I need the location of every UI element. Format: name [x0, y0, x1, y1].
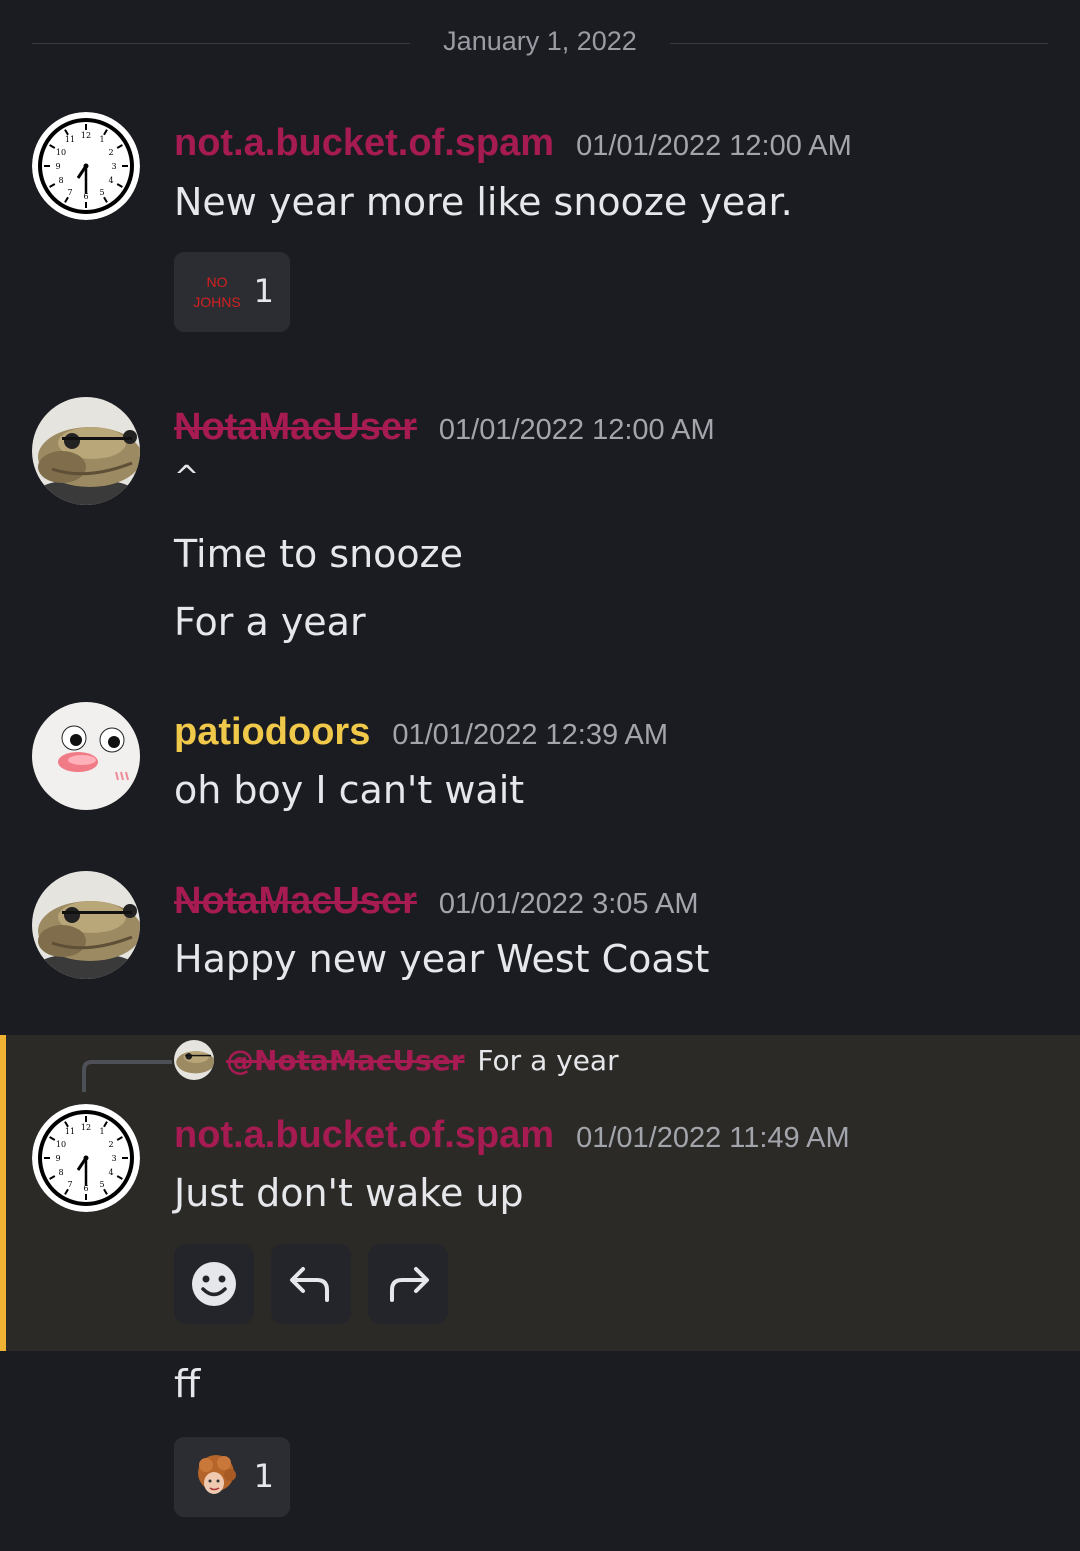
- reply-avatar: [174, 1040, 214, 1080]
- message-header: not.a.bucket.of.spam 01/01/2022 11:49 AM: [174, 1114, 850, 1157]
- username[interactable]: NotaMacUser: [174, 880, 417, 922]
- timestamp: 01/01/2022 12:00 AM: [438, 414, 715, 446]
- no-johns-emoji: NO JOHNS: [186, 272, 248, 312]
- reaction-count: 1: [253, 1457, 274, 1495]
- svg-text:9: 9: [55, 1154, 60, 1163]
- add-reaction-button[interactable]: [174, 1244, 254, 1324]
- reaction-curly-hair[interactable]: 1: [174, 1437, 290, 1517]
- svg-text:8: 8: [58, 1168, 63, 1177]
- reply-preview[interactable]: @NotaMacUser For a year: [226, 1044, 619, 1077]
- svg-text:1: 1: [99, 135, 104, 144]
- message-text: For a year: [174, 600, 366, 644]
- clock-icon: 12369 1245 781011: [32, 1104, 140, 1212]
- svg-text:10: 10: [56, 1140, 66, 1149]
- timestamp: 01/01/2022 3:05 AM: [438, 888, 699, 920]
- timestamp: 01/01/2022 12:39 AM: [392, 719, 669, 751]
- lizard-avatar[interactable]: [32, 397, 140, 505]
- lizard-icon: [32, 397, 140, 505]
- timestamp: 01/01/2022 11:49 AM: [576, 1122, 850, 1154]
- lizard-icon: [174, 1040, 214, 1080]
- lizard-icon: [32, 871, 140, 979]
- svg-text:2: 2: [108, 1140, 113, 1149]
- svg-text:11: 11: [65, 135, 75, 144]
- message-header: NotaMacUser 01/01/2022 12:00 AM: [174, 406, 715, 449]
- reaction-count: 1: [253, 272, 274, 310]
- username[interactable]: patiodoors: [174, 711, 370, 753]
- no-johns-line2: JOHNS: [193, 294, 241, 310]
- svg-text:12: 12: [81, 131, 91, 140]
- svg-text:5: 5: [99, 188, 104, 197]
- message-header: NotaMacUser 01/01/2022 3:05 AM: [174, 880, 698, 923]
- username[interactable]: not.a.bucket.of.spam: [174, 122, 554, 164]
- username[interactable]: NotaMacUser: [174, 406, 417, 448]
- svg-text:3: 3: [111, 162, 116, 171]
- svg-text:3: 3: [111, 1154, 116, 1163]
- svg-text:7: 7: [67, 188, 72, 197]
- reaction-no-johns[interactable]: NO JOHNS 1: [174, 252, 290, 332]
- date-divider: January 1, 2022: [32, 22, 1048, 66]
- message-text: ^: [174, 460, 200, 495]
- clock-icon: 12369 1245 781011: [32, 112, 140, 220]
- svg-text:5: 5: [99, 1180, 104, 1189]
- message-header: patiodoors 01/01/2022 12:39 AM: [174, 711, 668, 754]
- svg-text:10: 10: [56, 148, 66, 157]
- svg-text:12: 12: [81, 1123, 91, 1132]
- curly-hair-person-emoji: [198, 1455, 236, 1494]
- add-reaction-icon: [192, 1262, 236, 1306]
- svg-text:2: 2: [108, 148, 113, 157]
- divider-line-right: [670, 43, 1048, 44]
- no-johns-line1: NO: [206, 274, 228, 290]
- svg-text:7: 7: [67, 1180, 72, 1189]
- timestamp: 01/01/2022 12:00 AM: [576, 130, 852, 162]
- svg-text:4: 4: [108, 1168, 113, 1177]
- message-text: oh boy I can't wait: [174, 768, 525, 812]
- reply-text: For a year: [477, 1044, 619, 1077]
- date-divider-label: January 1, 2022: [443, 26, 637, 56]
- reply-mention[interactable]: @NotaMacUser: [226, 1044, 465, 1077]
- message-text: Happy new year West Coast: [174, 937, 710, 981]
- message-text: ff: [174, 1362, 201, 1406]
- reply-button[interactable]: [271, 1244, 351, 1324]
- svg-text:8: 8: [58, 176, 63, 185]
- clock-avatar[interactable]: 12 3 6 9 1245 7 8 10 11: [32, 112, 140, 220]
- svg-text:9: 9: [55, 162, 60, 171]
- duck-face-icon: [32, 702, 140, 810]
- reply-connector: [82, 1060, 172, 1092]
- forward-icon: [390, 1267, 429, 1302]
- forward-button[interactable]: [368, 1244, 448, 1324]
- clock-avatar[interactable]: 12 3 6 9 1245 7 8 10 11: [32, 1104, 140, 1212]
- svg-text:1: 1: [99, 1127, 104, 1136]
- duck-face-avatar[interactable]: [32, 702, 140, 810]
- reply-icon: [290, 1267, 329, 1302]
- username[interactable]: not.a.bucket.of.spam: [174, 1114, 554, 1156]
- message-text: Just don't wake up: [174, 1171, 524, 1215]
- message-header: not.a.bucket.of.spam 01/01/2022 12:00 AM: [174, 122, 852, 165]
- svg-text:4: 4: [108, 176, 113, 185]
- message-text: Time to snooze: [174, 532, 464, 576]
- message-text: New year more like snooze year.: [174, 180, 793, 224]
- lizard-avatar[interactable]: [32, 871, 140, 979]
- svg-text:11: 11: [65, 1127, 75, 1136]
